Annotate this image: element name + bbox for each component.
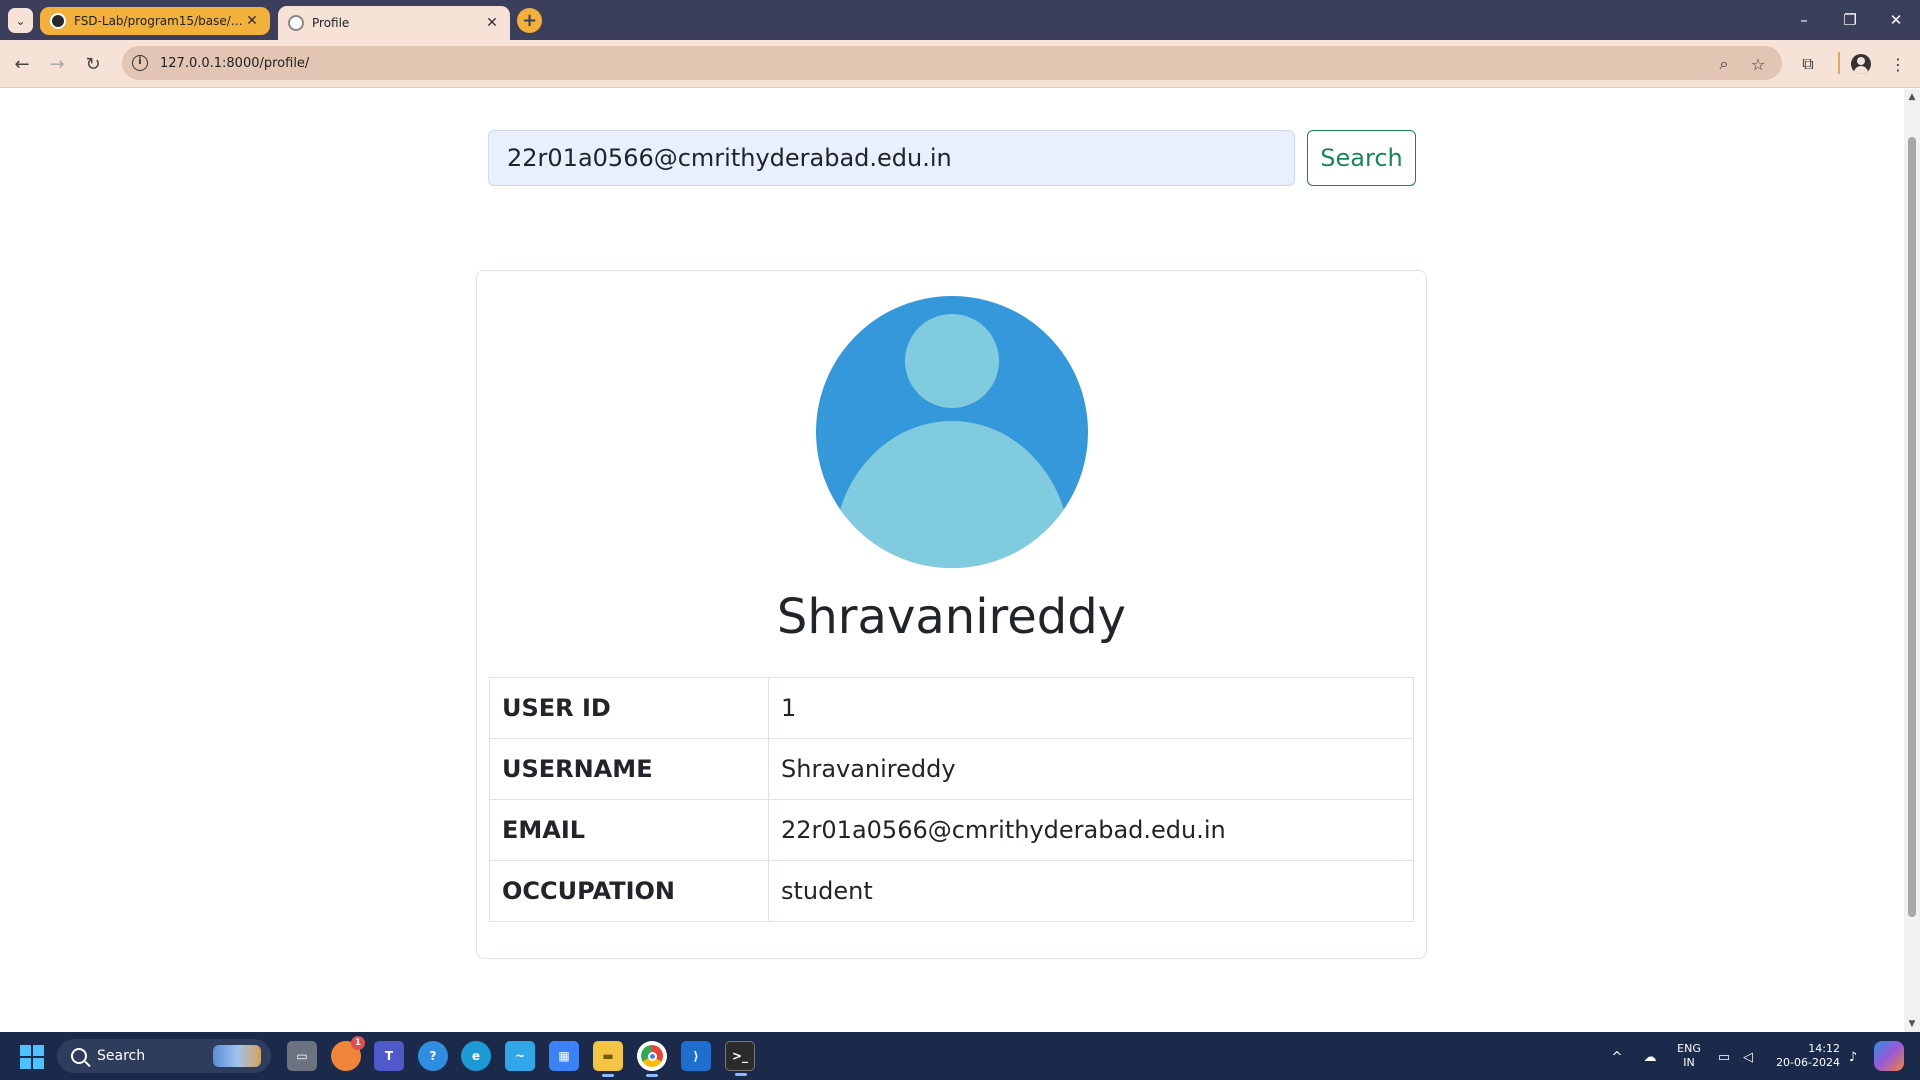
taskbar-search-box[interactable]: Search [57,1039,271,1073]
field-value: student [768,860,1414,922]
tab-title: FSD-Lab/program15/base/mod [74,14,244,28]
clock-time: 14:12 [1808,1042,1840,1055]
scroll-up-icon[interactable]: ▲ [1907,92,1917,102]
field-label: USER ID [489,677,769,739]
close-tab-icon[interactable]: ✕ [244,13,260,29]
page-scrollbar[interactable]: ▲ ▼ [1904,89,1920,1032]
language-indicator[interactable]: ENG IN [1674,1042,1704,1070]
profile-card: Shravanireddy USER ID 1 USERNAME Shravan… [476,270,1427,959]
help-icon[interactable]: ? [418,1041,448,1071]
close-tab-icon[interactable]: ✕ [484,15,500,31]
minimize-icon[interactable]: – [1784,8,1824,32]
search-input[interactable] [488,130,1295,186]
field-value: 1 [768,677,1414,739]
edge-icon[interactable]: e [461,1041,491,1071]
globe-icon [288,15,304,31]
store-icon[interactable]: ▦ [549,1041,579,1071]
browser-tab-bar: ⌄ FSD-Lab/program15/base/mod ✕ Profile ✕… [0,0,1920,40]
new-tab-button[interactable]: + [517,8,542,33]
field-label: EMAIL [489,799,769,861]
vscode-icon[interactable]: ⟩ [681,1041,711,1071]
search-button[interactable]: Search [1307,130,1416,186]
taskbar-search-label: Search [97,1048,146,1064]
more-menu-icon[interactable]: ⋮ [1886,52,1910,76]
forward-icon[interactable]: → [45,52,69,76]
page-viewport: Search Shravanireddy USER ID 1 USERNAME … [0,89,1904,1032]
profile-details-table: USER ID 1 USERNAME Shravanireddy EMAIL 2… [489,677,1414,922]
avatar [816,296,1088,568]
windows-start-icon[interactable] [20,1045,44,1069]
table-row: OCCUPATION student [489,860,1414,922]
field-label: OCCUPATION [489,860,769,922]
scroll-down-icon[interactable]: ▼ [1907,1019,1917,1029]
search-highlight-icon [213,1045,261,1067]
url-text[interactable]: 127.0.0.1:8000/profile/ [160,56,309,71]
file-explorer-icon[interactable]: ▬ [593,1041,623,1077]
field-value: Shravanireddy [768,738,1414,800]
site-info-icon[interactable]: i [132,55,148,71]
clock-date: 20-06-2024 [1776,1056,1840,1069]
close-window-icon[interactable]: ✕ [1876,8,1916,32]
zoom-icon[interactable]: ⌕ [1714,54,1734,74]
mysql-icon[interactable]: ~ [505,1041,535,1071]
profile-name: Shravanireddy [776,589,1127,645]
tab-github[interactable]: FSD-Lab/program15/base/mod ✕ [40,7,270,35]
copilot-icon[interactable]: 1 [331,1036,365,1071]
toolbar-divider [1838,52,1840,74]
profile-avatar-icon[interactable] [1849,52,1873,76]
search-form: Search [488,130,1416,186]
back-icon[interactable]: ← [10,52,34,76]
taskbar: Search ▭ 1 T ? e ~ ▦ ▬ ⟩ >_ ^ ☁ ENG IN ▭… [0,1032,1920,1080]
task-view-icon[interactable]: ▭ [287,1041,317,1071]
table-row: EMAIL 22r01a0566@cmrithyderabad.edu.in [489,799,1414,861]
table-row: USERNAME Shravanireddy [489,738,1414,800]
network-icon[interactable]: ▭ [1714,1047,1734,1067]
github-icon [50,13,66,29]
scrollbar-thumb[interactable] [1908,137,1916,917]
teams-icon[interactable]: T [374,1041,404,1071]
volume-muted-icon[interactable]: ◁ [1738,1047,1758,1067]
browser-toolbar: ← → ↻ i 127.0.0.1:8000/profile/ ⌕ ☆ ⧉ ⋮ [0,40,1920,88]
clock[interactable]: 14:12 20-06-2024 [1770,1042,1840,1070]
language-line1: ENG [1677,1042,1701,1055]
field-value: 22r01a0566@cmrithyderabad.edu.in [768,799,1414,861]
tab-profile[interactable]: Profile ✕ [278,6,510,40]
field-label: USERNAME [489,738,769,800]
bookmark-star-icon[interactable]: ☆ [1748,54,1768,74]
reload-icon[interactable]: ↻ [81,52,105,76]
address-bar[interactable]: i 127.0.0.1:8000/profile/ ⌕ ☆ [122,46,1782,80]
chrome-icon[interactable] [637,1041,667,1077]
onedrive-icon[interactable]: ☁ [1640,1047,1660,1067]
tab-title: Profile [312,16,350,30]
extensions-icon[interactable]: ⧉ [1796,52,1820,76]
notifications-bell-icon[interactable]: ♪ [1843,1047,1863,1067]
restore-icon[interactable]: ❐ [1830,8,1870,32]
tab-search-menu-button[interactable]: ⌄ [8,8,33,33]
table-row: USER ID 1 [489,677,1414,739]
terminal-icon[interactable]: >_ [725,1041,755,1076]
copilot-tray-icon[interactable] [1874,1041,1904,1071]
notification-badge: 1 [351,1036,365,1050]
language-line2: IN [1683,1056,1695,1069]
search-icon [71,1048,87,1064]
show-hidden-icons-icon[interactable]: ^ [1607,1047,1627,1067]
